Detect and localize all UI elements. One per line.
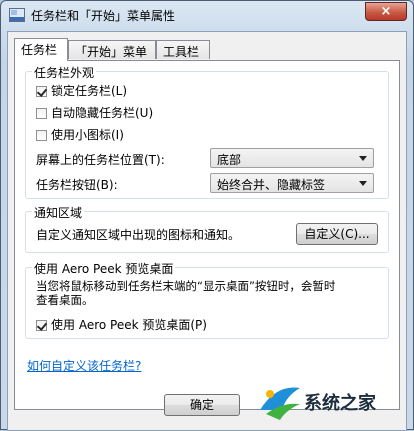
chevron-down-icon — [359, 181, 367, 186]
location-dropdown[interactable]: 底部 — [210, 148, 374, 168]
location-label: 屏幕上的任务栏位置(T): — [36, 153, 165, 167]
small-icons-label: 使用小图标(I) — [51, 128, 124, 142]
buttons-dropdown[interactable]: 始终合并、隐藏标签 — [210, 173, 374, 193]
aero-peek-group: 使用 Aero Peek 预览桌面 当您将鼠标移动到任务栏末端的“显示桌面”按钮… — [25, 260, 389, 339]
taskbar-app-icon — [9, 8, 25, 22]
aero-peek-label: 使用 Aero Peek 预览桌面(P) — [51, 318, 207, 332]
watermark: 系统之家 — [252, 380, 412, 426]
watermark-logo-icon — [260, 387, 300, 420]
notification-description: 自定义通知区域中出现的图标和通知。 — [36, 228, 241, 242]
location-value: 底部 — [217, 153, 242, 167]
small-icons-checkbox[interactable]: 使用小图标(I) — [36, 126, 124, 143]
appearance-group-label: 任务栏外观 — [32, 64, 97, 81]
ok-button[interactable]: 确定 — [164, 394, 240, 416]
checkbox-unchecked-icon[interactable] — [36, 108, 47, 119]
lock-taskbar-checkbox[interactable]: 锁定任务栏(L) — [36, 82, 127, 99]
tab-start-menu[interactable]: 「开始」菜单 — [68, 40, 156, 59]
notification-group-label: 通知区域 — [32, 204, 85, 221]
help-link[interactable]: 如何自定义该任务栏? — [27, 357, 141, 374]
tab-taskbar[interactable]: 任务栏 — [14, 38, 68, 61]
chevron-down-icon — [359, 156, 367, 161]
appearance-group: 任务栏外观 锁定任务栏(L) 自动隐藏任务栏(U) 使用小图标(I) 屏幕上的任… — [25, 64, 389, 199]
tab-toolbars[interactable]: 工具栏 — [156, 40, 210, 59]
window-title: 任务栏和「开始」菜单属性 — [31, 9, 176, 23]
aero-peek-checkbox[interactable]: 使用 Aero Peek 预览桌面(P) — [36, 316, 207, 333]
watermark-text: 系统之家 — [304, 393, 376, 414]
checkbox-checked-icon[interactable] — [36, 86, 47, 97]
tab-panel-taskbar: 任务栏外观 锁定任务栏(L) 自动隐藏任务栏(U) 使用小图标(I) 屏幕上的任… — [14, 60, 400, 410]
dialog-client-area: 任务栏 「开始」菜单 工具栏 任务栏外观 锁定任务栏(L) 自动隐藏任务栏(U)… — [7, 31, 407, 431]
properties-window: 任务栏和「开始」菜单属性 × 任务栏 「开始」菜单 工具栏 任务栏外观 锁定任务… — [0, 0, 414, 431]
buttons-value: 始终合并、隐藏标签 — [217, 178, 326, 192]
aero-peek-group-label: 使用 Aero Peek 预览桌面 — [32, 260, 176, 277]
aero-peek-description-line2: 查看桌面。 — [36, 293, 94, 307]
title-bar[interactable]: 任务栏和「开始」菜单属性 × — [1, 1, 413, 29]
buttons-label: 任务栏按钮(B): — [36, 178, 118, 192]
notification-group: 通知区域 自定义通知区域中出现的图标和通知。 自定义(C)... — [25, 204, 389, 253]
auto-hide-label: 自动隐藏任务栏(U) — [51, 106, 154, 120]
checkbox-checked-icon[interactable] — [36, 320, 47, 331]
checkbox-unchecked-icon[interactable] — [36, 130, 47, 141]
customize-button[interactable]: 自定义(C)... — [296, 223, 378, 245]
lock-taskbar-label: 锁定任务栏(L) — [51, 84, 128, 98]
auto-hide-checkbox[interactable]: 自动隐藏任务栏(U) — [36, 104, 153, 121]
close-button[interactable]: × — [365, 2, 407, 21]
